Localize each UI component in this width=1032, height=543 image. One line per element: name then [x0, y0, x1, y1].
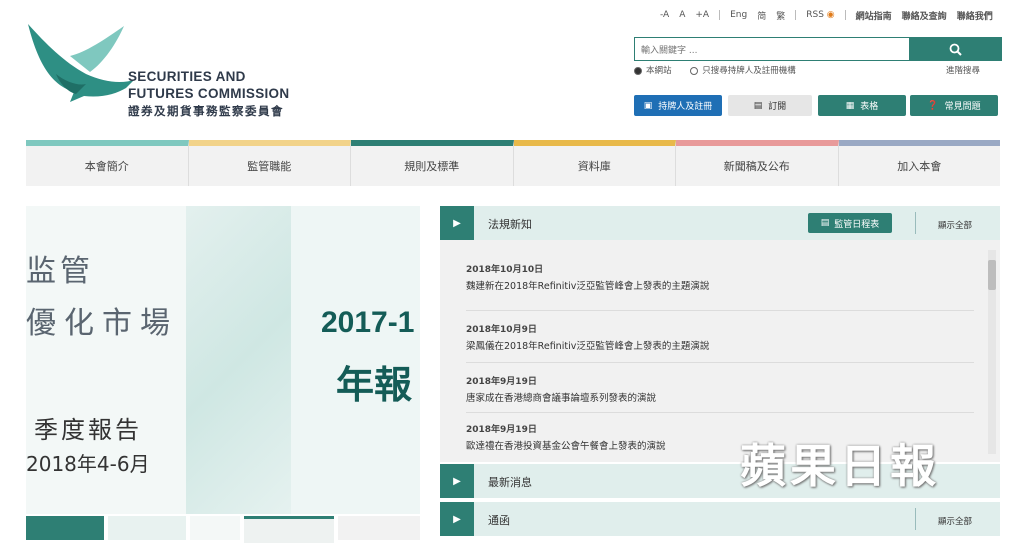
hero-banner[interactable]: 监管 優化市場 2017-1 年報 季度報告 2018年4-6月	[26, 206, 420, 514]
banner-quarterly: 季度報告	[34, 416, 142, 444]
eagle-icon	[28, 24, 134, 102]
banner-year: 2017-1	[321, 306, 415, 339]
play-icon: ▶	[440, 206, 474, 240]
divider	[466, 310, 974, 311]
divider	[466, 362, 974, 363]
banner-line1: 监管	[26, 254, 94, 289]
search-input[interactable]	[635, 41, 917, 61]
divider	[466, 412, 974, 413]
thumbnail[interactable]	[26, 516, 104, 540]
news-title[interactable]: 唐家成在香港總商會議事論壇系列發表的演說	[466, 390, 974, 404]
play-icon: ▶	[440, 464, 474, 498]
thumbnail[interactable]	[244, 516, 334, 543]
banner-date-range: 2018年4-6月	[26, 452, 150, 476]
font-decrease-link[interactable]: -A	[660, 10, 669, 20]
news-date: 2018年10月9日	[466, 325, 537, 335]
regulatory-calendar-button[interactable]: ▤ 監管日程表	[808, 213, 892, 233]
show-all-link[interactable]: 顯示全部	[938, 515, 972, 527]
radio-dot-icon	[634, 66, 642, 75]
lang-eng-link[interactable]: Eng	[730, 10, 747, 20]
section-title: 最新消息	[488, 476, 532, 489]
scrollbar-thumb[interactable]	[988, 260, 996, 290]
contact-link[interactable]: 聯絡我們	[957, 9, 993, 22]
nav-news[interactable]: 新聞稿及公布	[676, 140, 839, 186]
subscribe-button[interactable]: ▤ 訂閱	[728, 95, 812, 116]
calendar-label: 監管日程表	[834, 219, 880, 230]
scrollbar[interactable]	[988, 250, 996, 454]
play-icon: ▶	[440, 502, 474, 536]
divider	[795, 10, 797, 20]
font-normal-link[interactable]: A	[679, 10, 685, 20]
radio-registry[interactable]: 只搜尋持牌人及註冊機構	[690, 66, 796, 76]
nav-about[interactable]: 本會簡介	[26, 140, 189, 186]
divider	[915, 212, 916, 234]
document-icon: ▤	[753, 100, 763, 111]
section-title: 通函	[488, 514, 510, 527]
list-item[interactable]: 2018年9月19日 唐家成在香港總商會議事論壇系列發表的演說	[466, 374, 974, 404]
register-label: 持牌人及註冊	[658, 102, 713, 112]
radio-site[interactable]: 本網站	[634, 66, 672, 76]
forms-label: 表格	[860, 102, 879, 112]
faq-label: 常見問題	[944, 102, 981, 112]
logo-text-zh: 證券及期貨事務監察委員會	[128, 104, 284, 118]
faq-button[interactable]: ❓ 常見問題	[910, 95, 998, 116]
sitemap-link[interactable]: 網站指南	[856, 9, 892, 22]
lang-tc-link[interactable]: 繁	[776, 9, 785, 22]
banner-stripe	[186, 206, 296, 514]
rss-icon: ◉	[826, 10, 835, 20]
thumbnail[interactable]	[108, 516, 186, 540]
thumbnail[interactable]	[190, 516, 240, 540]
section-header-regulatory-news[interactable]: ▶ 法規新知 ▤ 監管日程表 顯示全部	[440, 206, 1000, 240]
register-icon: ▣	[643, 100, 653, 111]
show-all-link[interactable]: 顯示全部	[938, 219, 972, 231]
divider	[915, 508, 916, 530]
advanced-search-link[interactable]: 進階搜尋	[946, 64, 980, 76]
top-links: -A A +A Eng 简 繁 RSS ◉ 網站指南 聯絡及查詢 聯絡我們	[660, 8, 993, 22]
news-date: 2018年9月19日	[466, 377, 537, 387]
section-title: 法規新知	[488, 218, 532, 231]
list-item[interactable]: 2018年10月10日 魏建新在2018年Refinitiv泛亞監管峰會上發表的…	[466, 262, 974, 292]
question-icon: ❓	[927, 100, 939, 111]
forms-button[interactable]: ▦ 表格	[818, 95, 906, 116]
radio-registry-label: 只搜尋持牌人及註冊機構	[702, 66, 796, 76]
subscribe-label: 訂閱	[768, 102, 787, 112]
section-header-circulars[interactable]: ▶ 通函 顯示全部	[440, 502, 1000, 536]
watermark-text: 蘋果日報	[740, 439, 940, 493]
rss-label: RSS	[806, 10, 824, 20]
news-title[interactable]: 梁鳳儀在2018年Refinitiv泛亞監管峰會上發表的主題演說	[466, 338, 974, 352]
clipboard-icon: ▦	[845, 100, 855, 111]
enquiry-link[interactable]: 聯絡及查詢	[902, 9, 947, 22]
rss-link[interactable]: RSS ◉	[806, 10, 834, 20]
news-list: 2018年10月10日 魏建新在2018年Refinitiv泛亞監管峰會上發表的…	[440, 240, 1000, 462]
divider	[719, 10, 721, 20]
search-bar	[634, 37, 1002, 61]
nav-careers[interactable]: 加入本會	[838, 140, 1000, 186]
list-item[interactable]: 2018年10月9日 梁鳳儀在2018年Refinitiv泛亞監管峰會上發表的主…	[466, 322, 974, 352]
thumbnail[interactable]	[338, 516, 420, 540]
search-button[interactable]	[909, 38, 1001, 60]
banner-line2: 優化市場	[26, 306, 178, 341]
logo-text-en: SECURITIES AND FUTURES COMMISSION	[128, 68, 289, 102]
search-scope: 本網站 只搜尋持牌人及註冊機構 進階搜尋	[634, 64, 1000, 76]
news-title[interactable]: 魏建新在2018年Refinitiv泛亞監管峰會上發表的主題演說	[466, 278, 974, 292]
search-icon	[949, 43, 962, 56]
radio-dot-icon	[690, 66, 699, 75]
calendar-icon: ▤	[820, 218, 830, 228]
banner-thumbnails	[26, 516, 420, 543]
divider	[844, 10, 846, 20]
banner-annual-report: 年報	[336, 363, 413, 407]
main-nav: 本會簡介 監管職能 規則及標準 資料庫 新聞稿及公布 加入本會	[26, 140, 1000, 186]
nav-database[interactable]: 資料庫	[513, 140, 676, 186]
logo-line1: SECURITIES AND	[128, 69, 246, 84]
radio-site-label: 本網站	[646, 66, 672, 76]
logo-line2: FUTURES COMMISSION	[128, 86, 290, 101]
nav-rules[interactable]: 規則及標準	[351, 140, 514, 186]
lang-sc-link[interactable]: 简	[757, 9, 766, 22]
nav-regulatory[interactable]: 監管職能	[188, 140, 351, 186]
register-button[interactable]: ▣ 持牌人及註冊	[634, 95, 722, 116]
font-increase-link[interactable]: +A	[695, 10, 709, 20]
news-date: 2018年10月10日	[466, 265, 544, 275]
